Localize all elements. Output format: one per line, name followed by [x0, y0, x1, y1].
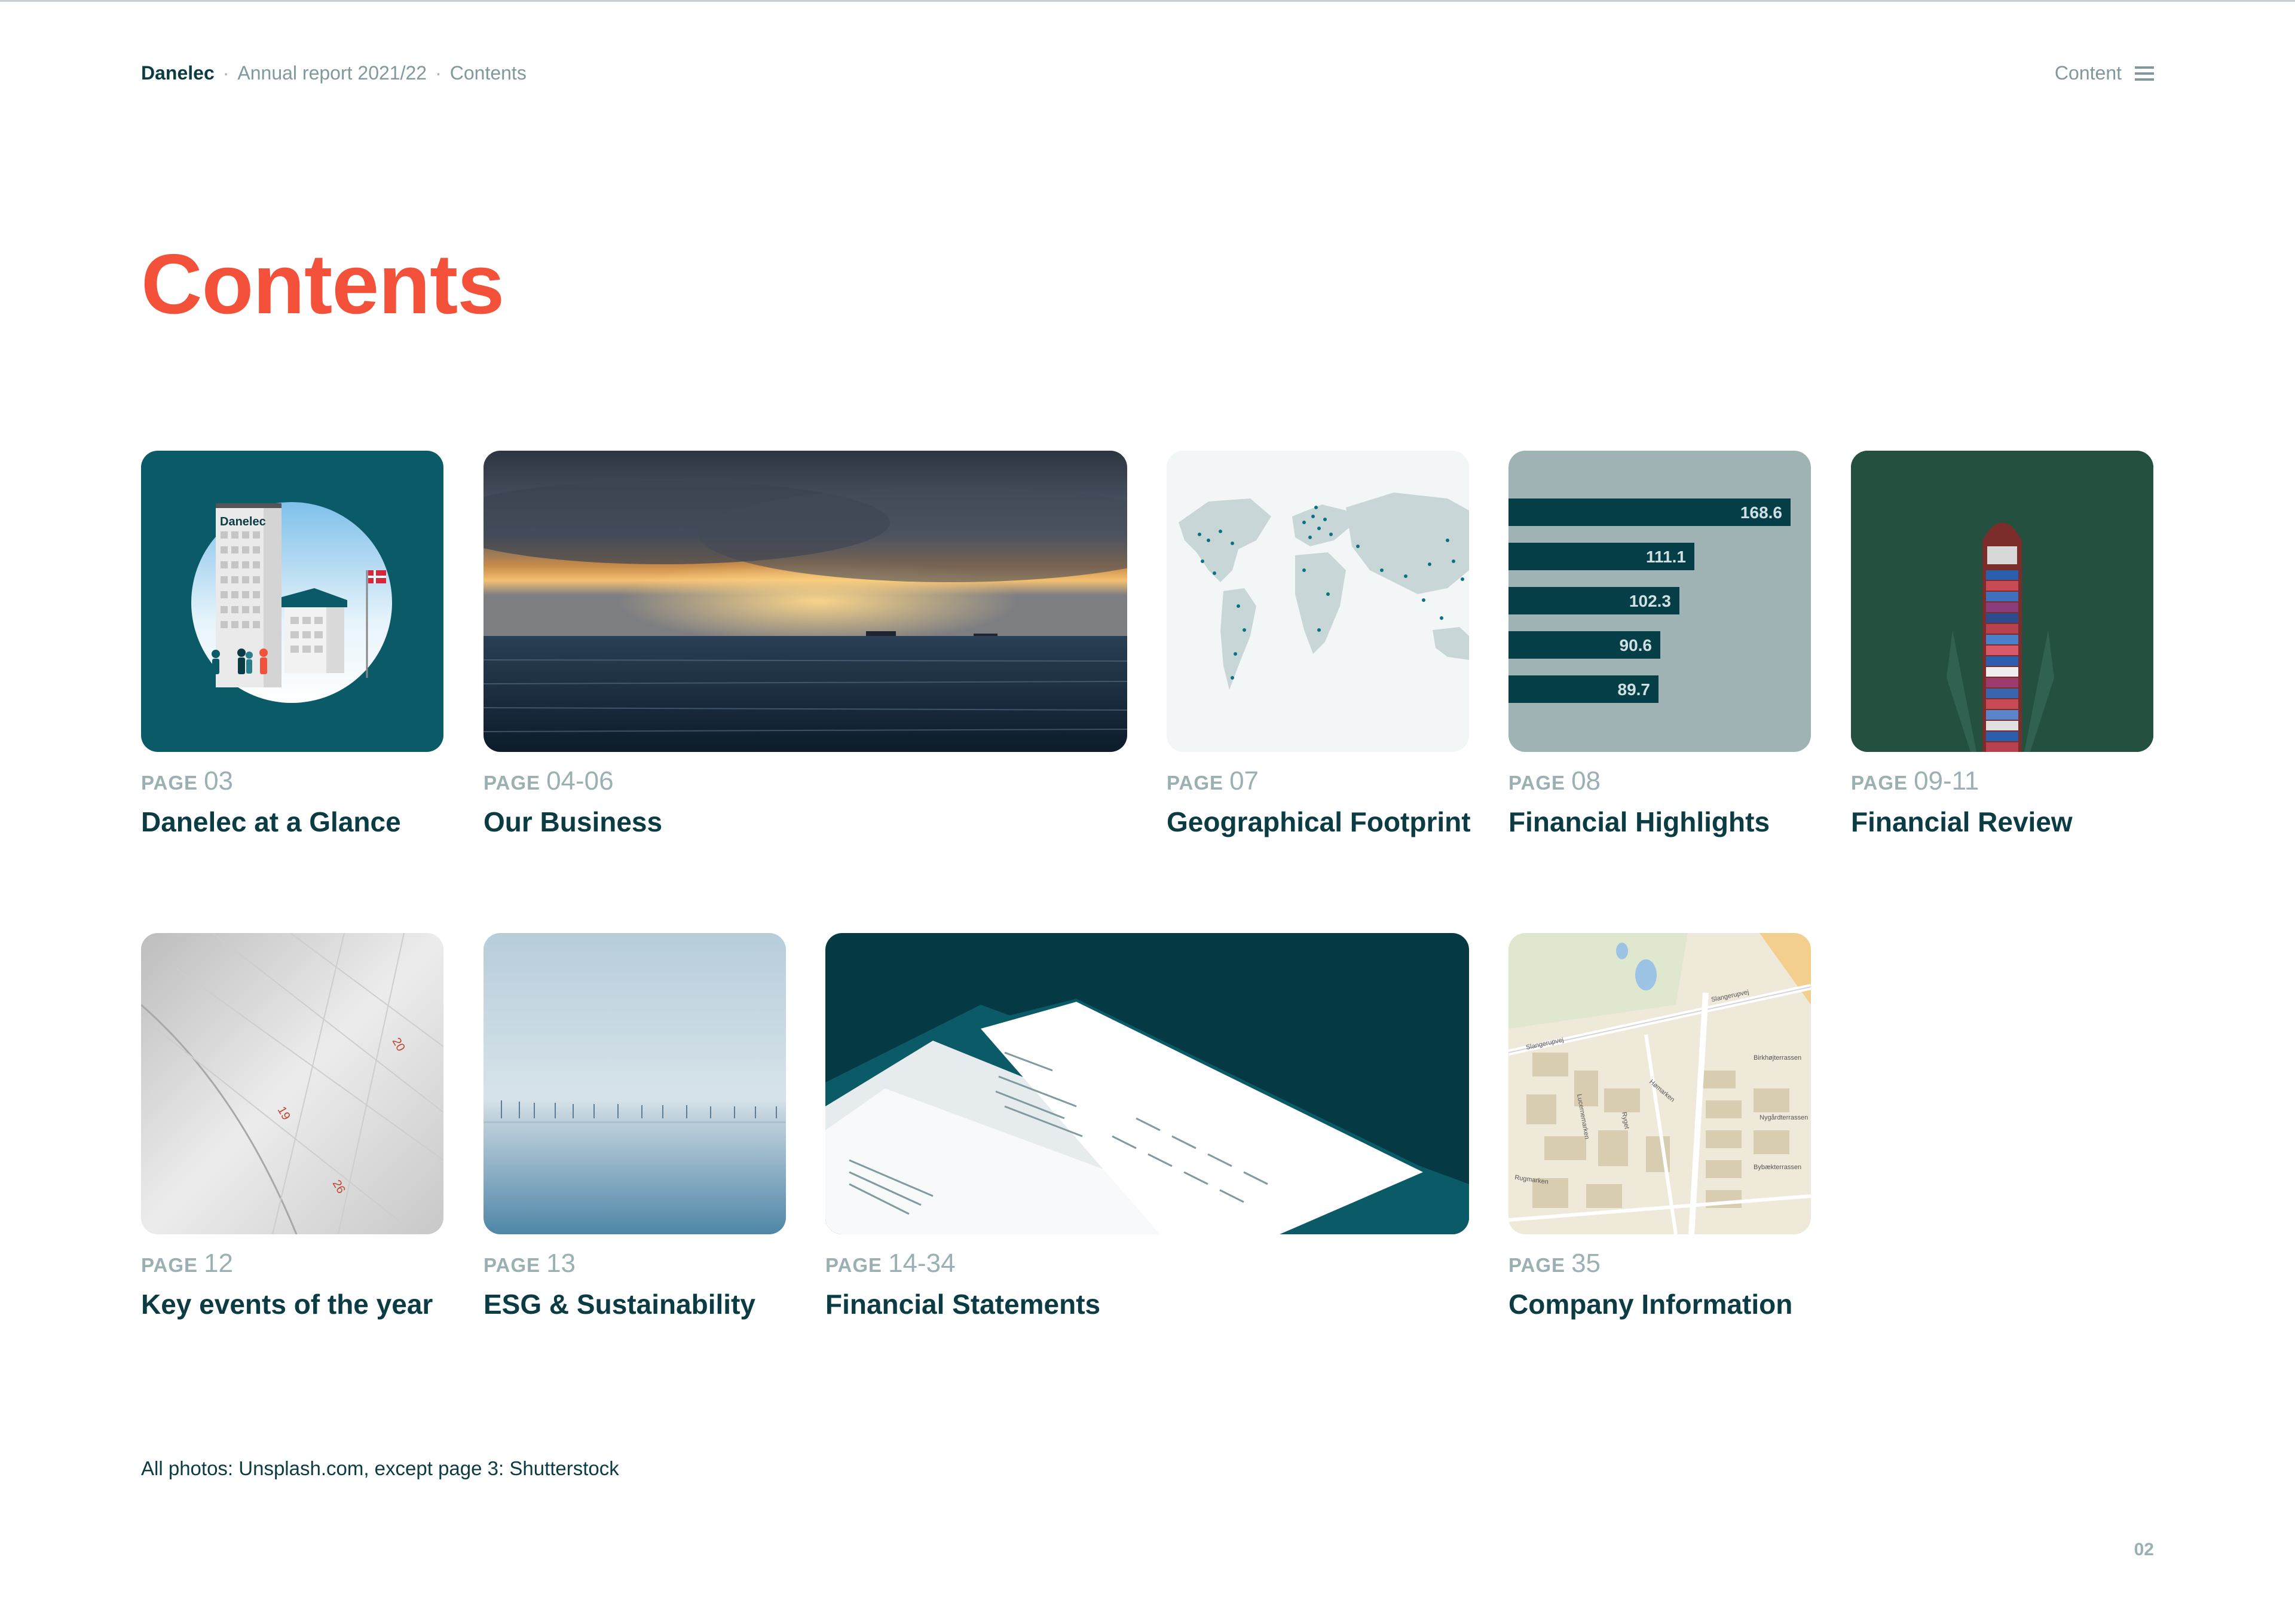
card-page-label: PAGE 09-11 [1851, 766, 1979, 796]
breadcrumb-separator: · [435, 62, 442, 84]
card-page-label: PAGE 13 [484, 1249, 576, 1278]
highlight-bar-label: 168.6 [1740, 503, 1782, 522]
calendar-photo: 20 19 26 [141, 933, 443, 1234]
card-thumbnail-street-map: Slangerupvej Slangerupvej Birkhøjterrass… [1508, 933, 1811, 1234]
card-page-label: PAGE 12 [141, 1249, 234, 1278]
breadcrumb-brand[interactable]: Danelec [141, 62, 215, 84]
statement-pages-illustration: Income statement 1 July - 30 June [825, 999, 1469, 1234]
card-thumbnail-world-map [1167, 451, 1469, 752]
page-title: Contents [141, 237, 504, 332]
card-title[interactable]: ESG & Sustainability [484, 1288, 755, 1320]
card-title[interactable]: Financial Statements [825, 1288, 1100, 1320]
card-thumbnail-calendar: 20 19 26 [141, 933, 443, 1234]
card-thumbnail-container-ship [1851, 451, 2153, 752]
highlight-bar-label: 111.1 [1646, 548, 1686, 566]
card-page-label: PAGE 14-34 [825, 1249, 956, 1278]
highlights-bar-chart: 168.6 111.1 102.3 90.6 89.7 [1508, 498, 1791, 703]
card-page-label: PAGE 35 [1508, 1249, 1601, 1278]
highlight-bar-label: 89.7 [1618, 680, 1651, 699]
world-map [1179, 493, 1469, 690]
card-page-label: PAGE 03 [141, 766, 234, 796]
container-ship-photo [1851, 451, 2153, 752]
svg-text:Nygårdterrassen: Nygårdterrassen [1760, 1114, 1808, 1121]
photo-credits: All photos: Unsplash.com, except page 3:… [141, 1457, 619, 1479]
top-border [0, 0, 2295, 2]
street-map: Slangerupvej Slangerupvej Birkhøjterrass… [1508, 933, 1811, 1234]
highlight-bar-label: 90.6 [1620, 636, 1653, 655]
card-title[interactable]: Financial Review [1851, 806, 2073, 838]
wind-farm-photo [484, 933, 786, 1234]
building-sign: Danelec [220, 515, 266, 528]
breadcrumb-separator: · [222, 62, 230, 84]
card-title[interactable]: Company Information [1508, 1288, 1792, 1320]
ocean-sunset-photo [484, 451, 1127, 752]
card-page-label: PAGE 08 [1508, 766, 1601, 796]
svg-text:Bybækterrassen: Bybækterrassen [1754, 1164, 1801, 1171]
card-title[interactable]: Geographical Footprint [1167, 806, 1471, 838]
card-title[interactable]: Danelec at a Glance [141, 806, 401, 838]
page-number: 02 [2134, 1540, 2154, 1559]
card-page-label: PAGE 04-06 [484, 766, 614, 796]
card-page-label: PAGE 07 [1167, 766, 1259, 796]
breadcrumb-report[interactable]: Annual report 2021/22 [237, 62, 427, 84]
card-thumbnail-ocean-sunset [484, 451, 1127, 752]
highlight-bar-label: 102.3 [1629, 592, 1671, 610]
card-title[interactable]: Our Business [484, 806, 662, 838]
content-menu-label: Content [2054, 62, 2122, 84]
hamburger-menu-icon [2135, 66, 2154, 81]
svg-text:Birkhøjterrassen: Birkhøjterrassen [1754, 1054, 1801, 1062]
card-title[interactable]: Financial Highlights [1508, 806, 1770, 838]
building-illustration: Danelec [191, 502, 392, 703]
card-title[interactable]: Key events of the year [141, 1288, 433, 1320]
card-thumbnail-bar-chart: 168.6 111.1 102.3 90.6 89.7 [1508, 451, 1811, 752]
card-thumbnail-building: Danelec [141, 451, 443, 752]
card-thumbnail-statement-pages: Income statement 1 July - 30 June [825, 933, 1469, 1234]
content-menu-button[interactable]: Content [2055, 62, 2154, 84]
breadcrumb: Danelec · Annual report 2021/22 · Contents [141, 62, 527, 84]
card-thumbnail-wind-farm [484, 933, 786, 1234]
breadcrumb-section[interactable]: Contents [450, 62, 527, 84]
